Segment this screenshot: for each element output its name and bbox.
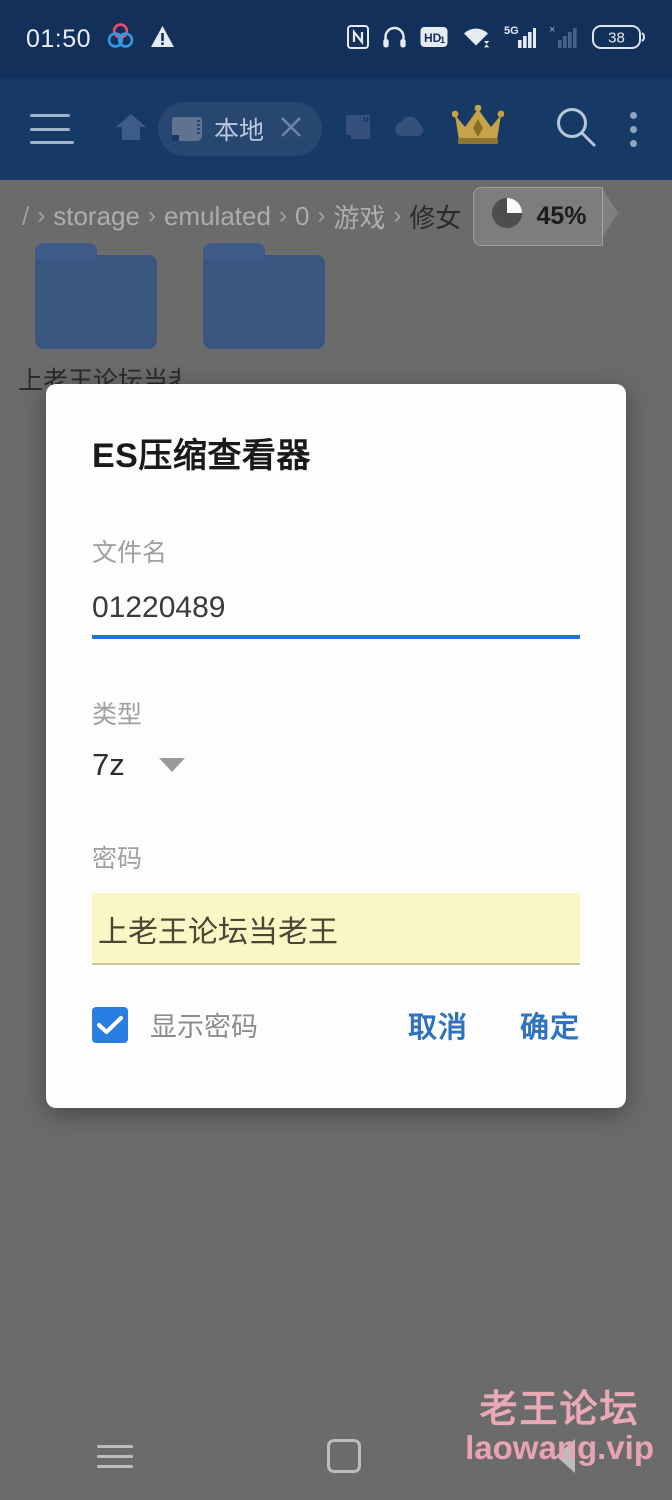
svg-text:5G: 5G <box>504 25 519 37</box>
status-bar: 01:50 HD 1 5G × 38 <box>0 0 672 78</box>
sdcard-icon[interactable] <box>342 113 374 146</box>
chevron-right-icon: › <box>278 202 287 229</box>
filename-input[interactable]: 01220489 <box>92 591 580 635</box>
pie-chart-icon <box>490 196 524 237</box>
breadcrumb-segment-root[interactable]: / <box>22 201 29 232</box>
search-icon[interactable] <box>552 103 600 156</box>
nfc-icon <box>347 24 369 54</box>
filename-input-underline <box>92 635 580 639</box>
breadcrumb-segment-emulated[interactable]: emulated <box>164 201 271 232</box>
storage-usage-badge[interactable]: 45% <box>473 186 619 246</box>
tri-circle-app-icon <box>107 23 134 55</box>
wifi-icon <box>461 24 491 54</box>
clock: 01:50 <box>26 24 92 53</box>
chevron-right-icon: › <box>37 202 46 229</box>
tab-local-label: 本地 <box>214 117 265 145</box>
breadcrumb-segment-games[interactable]: 游戏 <box>333 198 385 235</box>
list-item[interactable]: 上老王论坛当老王 <box>12 243 180 399</box>
breadcrumb-segment-0[interactable]: 0 <box>295 201 309 232</box>
home-icon[interactable] <box>114 111 148 148</box>
home-square-icon[interactable] <box>327 1439 362 1473</box>
warning-triangle-icon <box>150 25 175 54</box>
crown-icon[interactable] <box>451 104 505 154</box>
signal-no-sim-icon: × <box>549 24 579 55</box>
folder-icon <box>35 243 157 349</box>
password-input-value: 上老王论坛当老王 <box>98 916 338 949</box>
folder-icon <box>203 243 325 349</box>
show-password-checkbox[interactable] <box>92 1006 128 1043</box>
recent-apps-icon[interactable] <box>97 1444 134 1468</box>
chevron-right-icon: › <box>317 202 326 229</box>
cloud-icon[interactable] <box>392 113 430 146</box>
battery-level: 38 <box>608 29 625 46</box>
close-icon[interactable] <box>276 112 306 147</box>
app-toolbar: 本地 <box>0 78 672 180</box>
chevron-down-icon <box>158 758 185 772</box>
type-label: 类型 <box>92 701 143 729</box>
list-item[interactable] <box>180 243 348 365</box>
system-navigation-bar <box>0 1412 672 1500</box>
filename-label: 文件名 <box>92 539 168 567</box>
show-password-label: 显示密码 <box>150 1012 258 1042</box>
dialog-actions: 取消 确定 <box>408 1004 580 1046</box>
type-select-value: 7z <box>92 747 125 782</box>
tab-local[interactable]: 本地 <box>158 102 323 156</box>
chevron-right-icon: › <box>393 202 402 229</box>
battery-indicator: 38 <box>592 23 646 56</box>
password-input[interactable]: 上老王论坛当老王 <box>92 893 580 965</box>
confirm-button[interactable]: 确定 <box>520 1004 580 1046</box>
svg-text:1: 1 <box>440 35 445 45</box>
chevron-right-icon: › <box>147 202 156 229</box>
breadcrumb-segment-current[interactable]: 修女 <box>409 198 461 235</box>
signal-5g-icon: 5G <box>504 24 537 55</box>
sdcard-icon <box>172 117 202 141</box>
es-archive-viewer-dialog: ES压缩查看器 文件名 01220489 类型 7z 密码 上老王论坛当老王 显… <box>46 384 626 1108</box>
headphones-icon <box>382 25 407 54</box>
status-bar-left: 01:50 <box>26 23 175 55</box>
breadcrumb-segment-storage[interactable]: storage <box>53 201 140 232</box>
back-triangle-icon[interactable] <box>555 1439 575 1473</box>
kebab-menu-icon[interactable] <box>630 111 638 147</box>
breadcrumb: / › storage › emulated › 0 › 游戏 › 修女 45% <box>0 180 672 252</box>
hd-voice-icon: HD 1 <box>420 26 448 53</box>
cancel-button[interactable]: 取消 <box>408 1004 468 1046</box>
dialog-title: ES压缩查看器 <box>92 437 311 475</box>
status-bar-right: HD 1 5G × 38 <box>347 23 646 56</box>
toolbar-icon-group: 本地 <box>114 102 600 156</box>
password-label: 密码 <box>92 845 143 873</box>
type-select[interactable]: 7z <box>92 747 580 783</box>
svg-text:×: × <box>549 24 555 36</box>
storage-usage-percent: 45% <box>536 201 587 230</box>
checkmark-icon <box>97 1015 123 1034</box>
hamburger-menu-icon[interactable] <box>30 114 76 144</box>
